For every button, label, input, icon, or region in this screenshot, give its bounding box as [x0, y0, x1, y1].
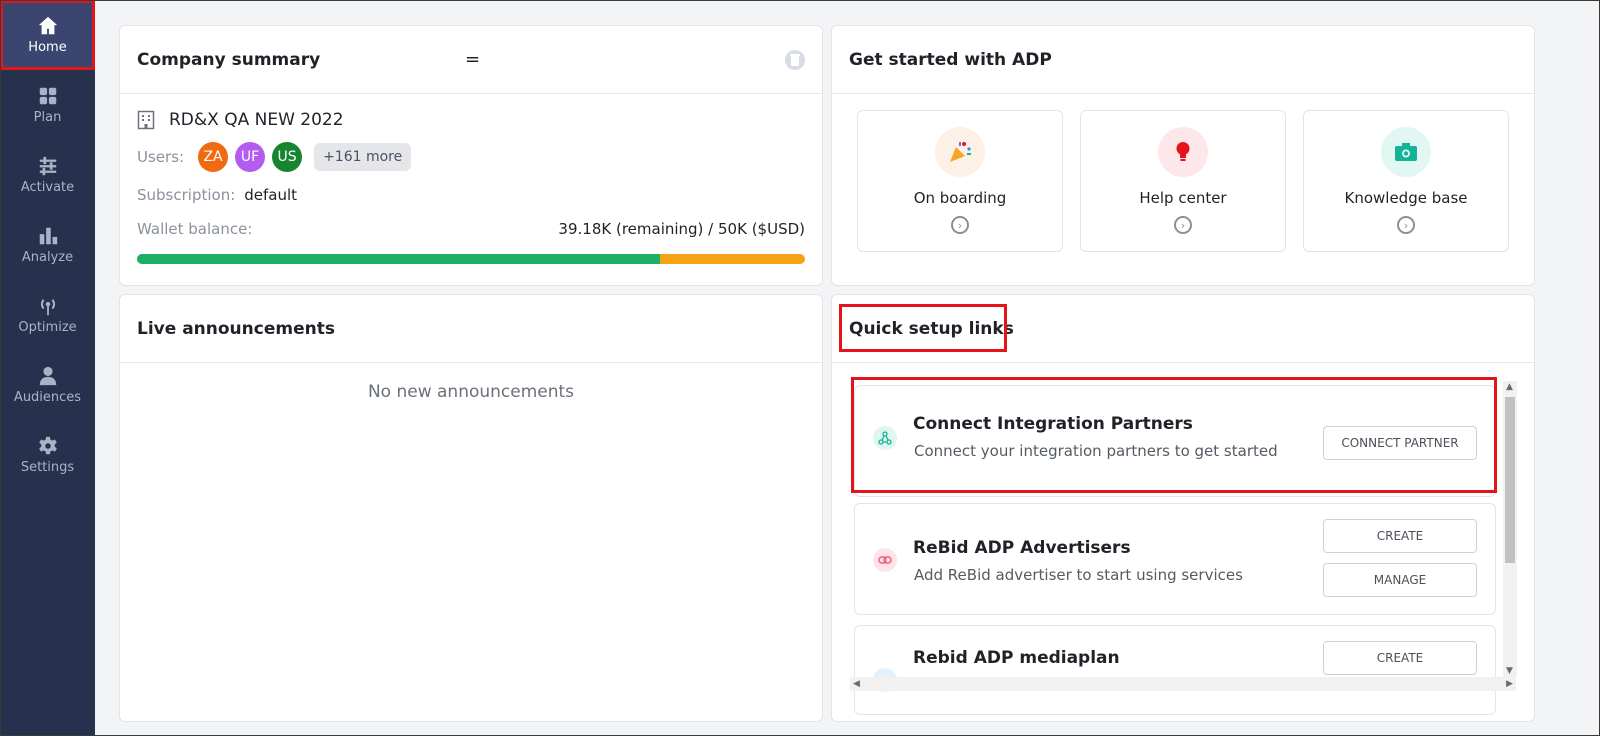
camera-icon [1381, 127, 1431, 177]
sidebar-item-optimize[interactable]: Optimize [0, 280, 95, 350]
lightbulb-icon [1158, 127, 1208, 177]
wallet-value: 39.18K (remaining) / 50K ($USD) [558, 220, 805, 238]
item-description: Add ReBid advertiser to start using serv… [914, 566, 1243, 584]
card-title: Get started with ADP [849, 49, 1052, 70]
tile-label: Knowledge base [1344, 189, 1468, 207]
subscription-label: Subscription: [137, 186, 236, 204]
tile-knowledge-base[interactable]: Knowledge base › [1303, 110, 1509, 252]
sidebar-item-settings[interactable]: Settings [0, 420, 95, 490]
avatar[interactable]: US [272, 142, 303, 172]
sidebar-item-activate[interactable]: Activate [0, 140, 95, 210]
broadcast-icon [40, 299, 55, 316]
sliders-icon [39, 156, 56, 176]
scroll-down-icon[interactable]: ▼ [1506, 666, 1513, 676]
wallet-label: Wallet balance: [137, 220, 253, 238]
avatar[interactable]: UF [235, 142, 266, 172]
company-summary-card: Company summary = RD&X QA NEW 2022 Users… [119, 25, 823, 286]
building-icon [137, 110, 155, 130]
chevron-right-icon: › [951, 216, 969, 234]
home-icon [38, 16, 57, 35]
chevron-right-icon: › [1174, 216, 1192, 234]
person-icon [39, 366, 56, 386]
sidebar: Home Plan Activate Analyze Optimize Audi… [0, 0, 95, 736]
scroll-left-icon[interactable]: ◀ [853, 679, 860, 689]
card-title: Live announcements [137, 318, 335, 339]
sidebar-item-label: Settings [20, 460, 75, 475]
sidebar-item-plan[interactable]: Plan [0, 70, 95, 140]
tile-label: On boarding [913, 189, 1007, 207]
scrollbar-thumb[interactable] [1505, 397, 1515, 563]
tile-label: Help center [1139, 189, 1227, 207]
manage-button[interactable]: MANAGE [1323, 563, 1477, 597]
item-title: ReBid ADP Advertisers [913, 538, 1131, 558]
empty-announcements: No new announcements [367, 382, 575, 402]
list-item: ReBid ADP Advertisers Add ReBid advertis… [854, 503, 1496, 615]
subscription-value: default [244, 186, 298, 204]
sidebar-item-home[interactable]: Home [0, 0, 95, 70]
chevron-right-icon: › [1397, 216, 1415, 234]
scroll-right-icon[interactable]: ▶ [1506, 679, 1513, 689]
sidebar-item-audiences[interactable]: Audiences [0, 350, 95, 420]
avatar[interactable]: ZA [198, 142, 229, 172]
sidebar-item-label: Plan [33, 110, 62, 125]
delete-icon[interactable] [785, 50, 805, 70]
sidebar-item-label: Optimize [18, 320, 77, 335]
scroll-up-icon[interactable]: ▲ [1506, 382, 1513, 392]
wallet-progress-fill [137, 254, 661, 264]
sidebar-item-analyze[interactable]: Analyze [0, 210, 95, 280]
create-button[interactable]: CREATE [1323, 519, 1477, 553]
drag-handle-icon[interactable]: = [465, 49, 480, 70]
grid-icon [39, 87, 56, 105]
gear-icon [38, 436, 57, 455]
sidebar-item-label: Home [28, 40, 67, 55]
sidebar-item-label: Activate [20, 180, 75, 195]
card-title: Company summary [137, 49, 321, 70]
wallet-progress-bar [137, 254, 805, 264]
tile-help-center[interactable]: Help center › [1080, 110, 1286, 252]
quick-setup-card: Quick setup links Connect Integration Pa… [831, 294, 1535, 722]
create-button[interactable]: CREATE [1323, 641, 1477, 675]
more-users-chip[interactable]: +161 more [314, 143, 412, 171]
vertical-scrollbar[interactable]: ▲ ▼ [1503, 381, 1517, 677]
sidebar-item-label: Audiences [13, 390, 82, 405]
company-name: RD&X QA NEW 2022 [169, 110, 344, 130]
sidebar-item-label: Analyze [21, 250, 74, 265]
announcements-card: Live announcements No new announcements [119, 294, 823, 722]
list-item: Rebid ADP mediaplan CREATE [854, 625, 1496, 715]
highlight-box [851, 377, 1497, 493]
party-popper-icon [935, 127, 985, 177]
horizontal-scrollbar[interactable]: ◀ ▶ [850, 677, 1516, 691]
bar-chart-icon [39, 227, 57, 245]
get-started-card: Get started with ADP On boarding › Help … [831, 25, 1535, 286]
item-title: Rebid ADP mediaplan [913, 648, 1120, 668]
highlight-box [839, 304, 1007, 352]
link-icon [873, 548, 897, 572]
tile-onboarding[interactable]: On boarding › [857, 110, 1063, 252]
users-label: Users: [137, 148, 185, 166]
